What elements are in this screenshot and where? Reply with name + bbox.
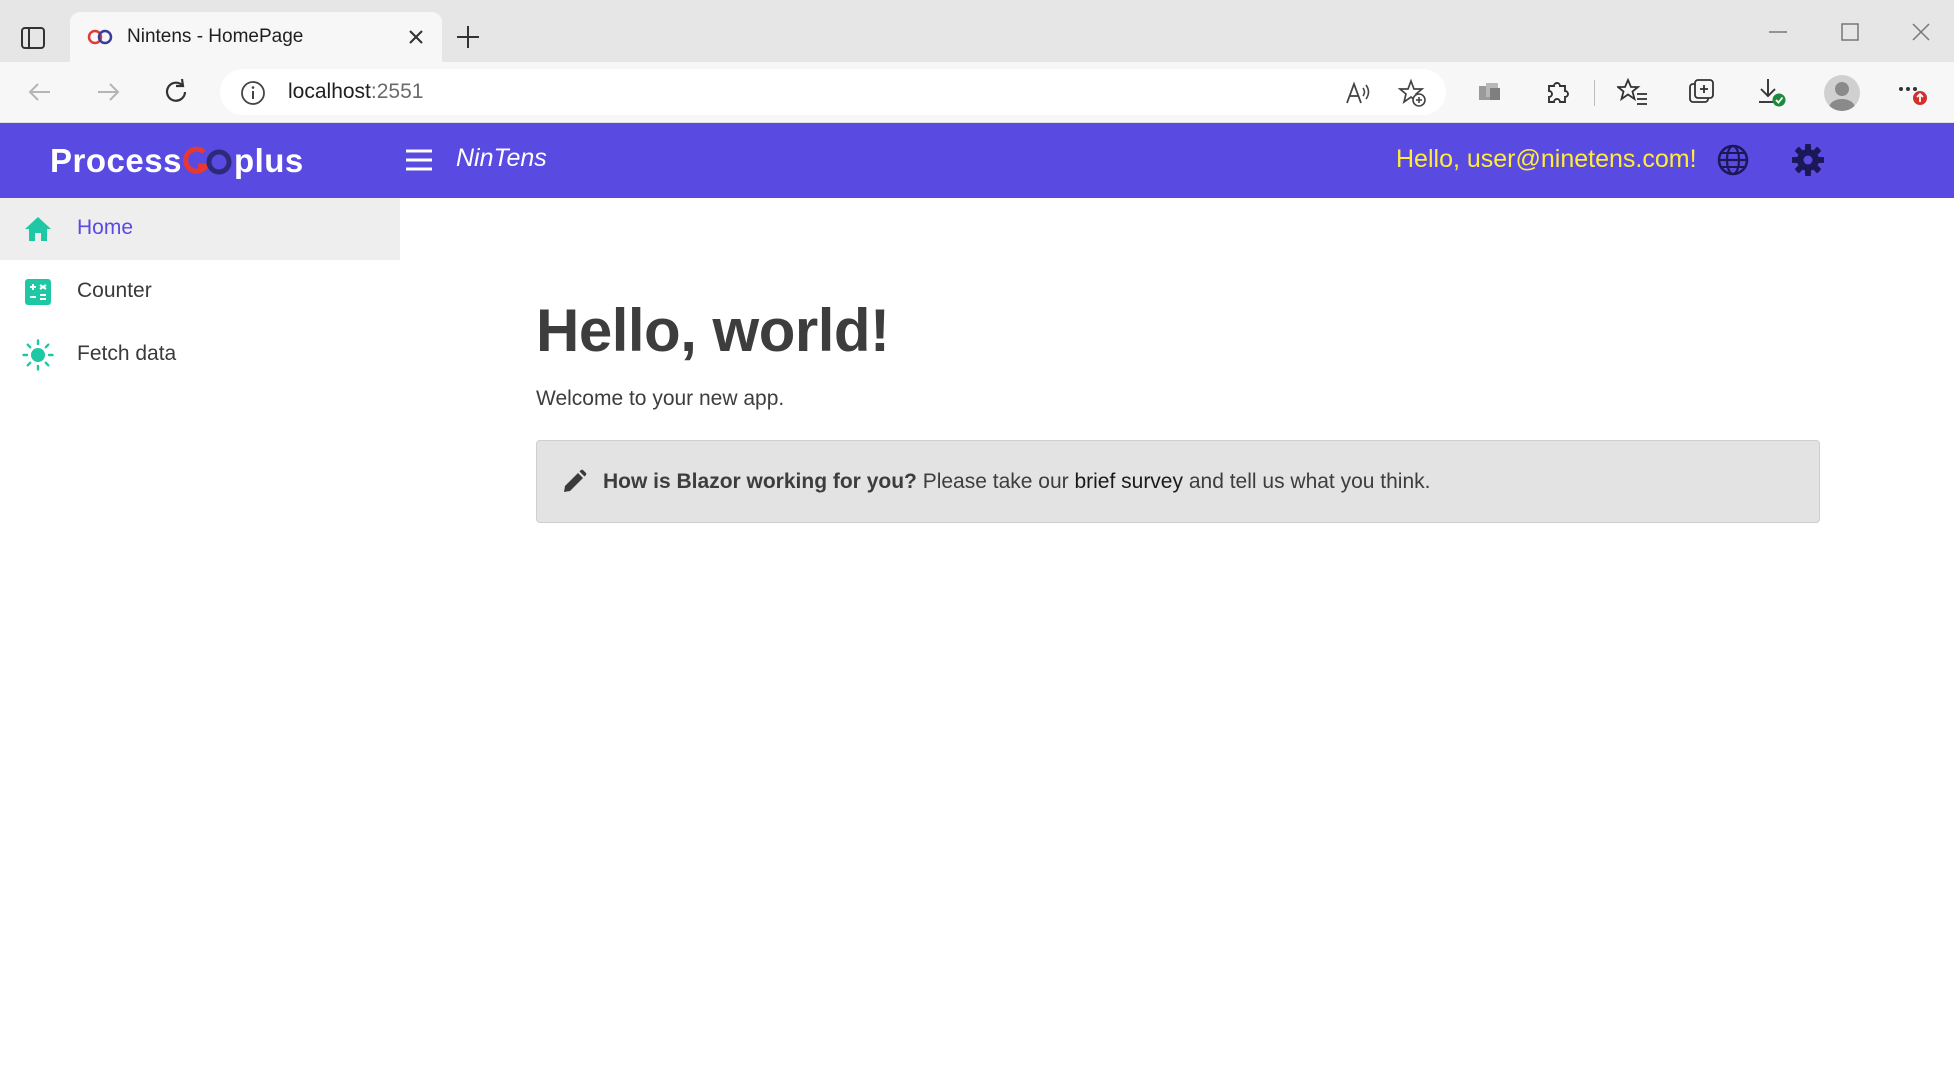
- language-globe-icon[interactable]: [1716, 143, 1750, 177]
- app-header: Process plus NinTens Hello, user@nineten…: [0, 123, 1954, 198]
- sidebar-item-fetch-data[interactable]: Fetch data: [0, 324, 400, 386]
- user-greeting: Hello, user@ninetens.com!: [1396, 145, 1697, 173]
- pencil-icon: [564, 469, 587, 492]
- favorites-icon[interactable]: [1617, 76, 1649, 108]
- process-go-plus-logo[interactable]: Process plus: [50, 142, 304, 179]
- url-text[interactable]: localhost:2551: [288, 80, 423, 104]
- settings-gear-icon[interactable]: [1790, 142, 1826, 178]
- tab-actions-icon[interactable]: [20, 26, 46, 50]
- url-port: :2551: [370, 80, 424, 103]
- sidebar-item-home[interactable]: Home: [0, 198, 400, 260]
- survey-text-before-link: Please take our: [916, 470, 1075, 493]
- sidebar-item-label: Counter: [77, 279, 152, 302]
- new-tab-icon[interactable]: [455, 24, 481, 50]
- go-logo-favicon-icon: [87, 29, 113, 45]
- profile-avatar[interactable]: [1824, 75, 1860, 111]
- menu-icon[interactable]: [404, 147, 434, 173]
- welcome-text: Welcome to your new app.: [536, 387, 785, 410]
- calculator-icon: [25, 279, 51, 305]
- browser-tab-active[interactable]: Nintens - HomePage: [70, 12, 442, 62]
- refresh-icon[interactable]: [160, 76, 192, 108]
- downloads-icon[interactable]: [1755, 76, 1787, 108]
- site-info-icon[interactable]: [240, 80, 266, 106]
- minimize-window-icon[interactable]: [1763, 18, 1793, 46]
- survey-text: How is Blazor working for you? Please ta…: [603, 470, 1430, 494]
- browser-tab-bar: Nintens - HomePage: [0, 0, 1954, 62]
- toolbar-separator: [1594, 80, 1595, 106]
- workspaces-icon[interactable]: [1474, 76, 1506, 108]
- brief-survey-link[interactable]: brief survey: [1074, 470, 1183, 493]
- back-arrow-icon[interactable]: [24, 76, 56, 108]
- user-icon: [1829, 82, 1855, 111]
- page-title: Hello, world!: [536, 297, 890, 364]
- address-bar[interactable]: localhost:2551: [220, 69, 1446, 115]
- survey-prompt-alert: How is Blazor working for you? Please ta…: [536, 440, 1820, 523]
- logo-text-left: Process: [50, 142, 182, 179]
- maximize-window-icon[interactable]: [1835, 18, 1865, 46]
- read-aloud-icon[interactable]: [1344, 79, 1372, 107]
- sidebar-nav: Home Counter Fetch data: [0, 198, 400, 1065]
- forward-arrow-icon[interactable]: [92, 76, 124, 108]
- survey-text-after-link: and tell us what you think.: [1183, 470, 1431, 493]
- brand-name: NinTens: [456, 144, 547, 172]
- url-host: localhost: [288, 80, 371, 103]
- sun-icon: [22, 339, 54, 371]
- sidebar-item-label: Fetch data: [77, 342, 177, 365]
- tab-title: Nintens - HomePage: [127, 26, 304, 47]
- more-options-icon[interactable]: [1896, 76, 1928, 108]
- add-favorite-icon[interactable]: [1398, 79, 1426, 107]
- logo-text-right: plus: [233, 142, 304, 179]
- survey-question: How is Blazor working for you?: [603, 470, 917, 493]
- extensions-icon[interactable]: [1541, 76, 1573, 108]
- browser-toolbar: localhost:2551: [0, 62, 1954, 123]
- go-logo-icon: [182, 144, 234, 178]
- close-window-icon[interactable]: [1906, 18, 1936, 46]
- close-tab-icon[interactable]: [407, 28, 425, 46]
- collections-icon[interactable]: [1686, 76, 1718, 108]
- sidebar-item-label: Home: [77, 216, 134, 239]
- sidebar-item-counter[interactable]: Counter: [0, 261, 400, 323]
- home-icon: [25, 217, 51, 241]
